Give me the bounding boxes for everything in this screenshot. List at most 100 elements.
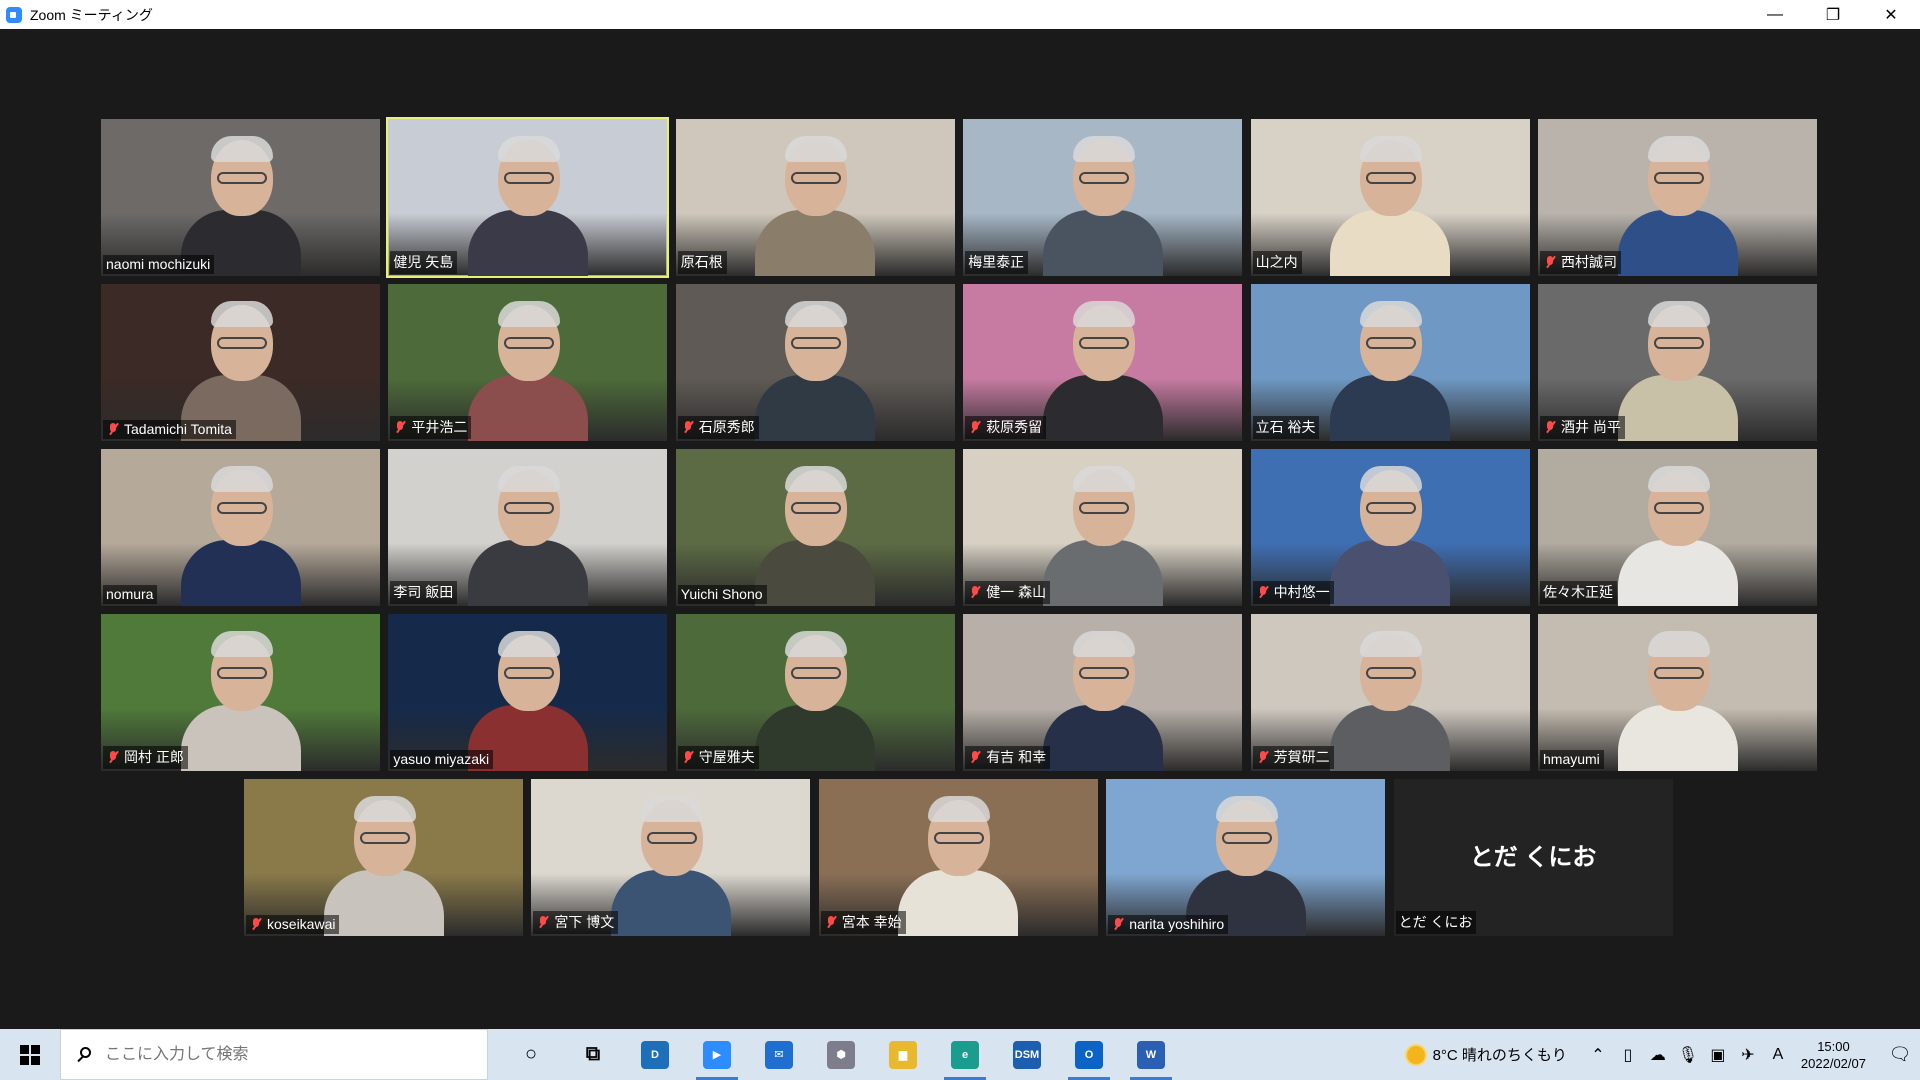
participant-name-tag: とだ くにお [1395,911,1477,934]
participant-name: 西村誠司 [1561,254,1617,270]
zoom-icon: ▶ [703,1040,731,1069]
mail-taskbar-button[interactable]: ✉ [748,1029,810,1080]
onedrive-icon[interactable]: ☁ [1643,1045,1673,1065]
app-hexagon-taskbar-button[interactable]: ⬢ [810,1029,872,1080]
participant-tile[interactable]: narita yoshihiro [1106,779,1386,936]
dell-taskbar-button[interactable]: D [624,1029,686,1080]
notification-icon[interactable]: 🗨 [1880,1044,1920,1065]
participant-tile[interactable]: naomi mochizuki [101,119,380,276]
participant-tile[interactable]: 岡村 正郎 [101,614,380,771]
clock-time: 15:00 [1817,1038,1850,1054]
clock[interactable]: 15:00 2022/02/07 [1801,1038,1866,1072]
restore-button[interactable]: ❐ [1804,0,1862,29]
participant-name: 石原秀郎 [698,419,755,435]
participant-tile[interactable]: 萩原秀留 [963,284,1243,441]
outlook-icon: O [1075,1040,1103,1069]
participant-name-tag: 平井浩二 [390,416,472,439]
participant-video [1617,627,1738,771]
minimize-button[interactable]: — [1746,0,1804,29]
participant-tile[interactable]: 佐々木正延 [1538,449,1817,606]
muted-microphone-icon [393,420,407,434]
participant-tile[interactable]: koseikawai [244,779,523,936]
task-view-taskbar-button[interactable]: ⧉ [562,1029,624,1080]
participant-tile[interactable]: 有吉 和幸 [963,614,1243,771]
taskbar-search[interactable] [60,1029,488,1080]
participant-video [180,627,301,771]
participant-tile[interactable]: 中村悠一 [1250,449,1530,606]
participant-tile[interactable]: yasuo miyazaki [388,614,668,771]
file-explorer-taskbar-button[interactable]: ▆ [872,1029,934,1080]
participant-tile[interactable]: 芳賀研二 [1250,614,1530,771]
participant-tile[interactable]: 石原秀郎 [675,284,955,441]
chevron-up-icon[interactable]: ⌃ [1583,1045,1613,1065]
participant-name: 李司 飯田 [393,584,454,600]
participant-name: 守屋雅夫 [698,749,755,765]
microphone-icon[interactable]: 🎙 [1673,1045,1703,1065]
zoom-taskbar-button[interactable]: ▶ [686,1029,748,1080]
participant-name-tag: 中村悠一 [1252,581,1334,604]
participant-tile[interactable]: 立石 裕夫 [1250,284,1530,441]
mail-icon: ✉ [765,1040,793,1069]
participant-name: nomura [106,586,154,602]
participant-tile[interactable]: Tadamichi Tomita [101,284,380,441]
participant-tile[interactable]: とだ くにお とだ くにお [1393,779,1673,936]
app-hexagon-icon: ⬢ [827,1040,855,1069]
airplane-icon[interactable]: ✈ [1733,1045,1763,1065]
edge-taskbar-button[interactable]: e [934,1029,996,1080]
participant-tile[interactable]: nomura [101,449,380,606]
cortana-taskbar-button[interactable]: ○ [500,1029,562,1080]
ime-indicator[interactable]: A [1763,1046,1793,1064]
weather-widget[interactable]: 8°C 晴れのちくもり [1406,1044,1567,1065]
participant-tile[interactable]: 原石根 [675,119,955,276]
participant-tile[interactable]: 宮本 幸始 [818,779,1098,936]
participant-video [1330,462,1451,606]
network-icon[interactable]: ▣ [1703,1045,1733,1065]
participant-name-tag: 李司 飯田 [390,581,458,604]
participant-video [755,627,876,771]
muted-microphone-icon [968,750,982,764]
participant-tile[interactable]: 山之内 [1250,119,1530,276]
participant-video [898,792,1019,936]
participant-video [755,132,876,276]
participant-name: 山之内 [1255,254,1298,270]
participant-tile[interactable]: 梅里泰正 [963,119,1243,276]
dell-icon: D [641,1040,669,1069]
start-button[interactable] [0,1029,60,1080]
participant-name-tag: 岡村 正郎 [103,746,188,769]
participant-tile[interactable]: 酒井 尚平 [1538,284,1817,441]
participant-name: 健一 森山 [986,584,1047,600]
participant-tile[interactable]: 平井浩二 [388,284,668,441]
participant-name-tag: 梅里泰正 [965,251,1029,274]
participant-tile[interactable]: Yuichi Shono [675,449,955,606]
muted-microphone-icon [1543,420,1557,434]
window-title: Zoom ミーティング [30,6,153,23]
outlook-taskbar-button[interactable]: O [1058,1029,1120,1080]
participant-video [1617,297,1738,441]
participant-name: 梅里泰正 [968,254,1025,270]
participant-name-tag: 芳賀研二 [1252,746,1334,769]
participant-tile[interactable]: 健一 森山 [963,449,1243,606]
participant-tile[interactable]: 西村誠司 [1538,119,1817,276]
close-button[interactable]: ✕ [1862,0,1920,29]
participant-tile[interactable]: 守屋雅夫 [675,614,955,771]
windows-logo-icon [20,1044,40,1065]
participant-tile[interactable]: hmayumi [1538,614,1817,771]
participant-tile[interactable]: 健児 矢島 [386,117,670,278]
task-view-icon: ⧉ [585,1043,601,1065]
word-taskbar-button[interactable]: W [1120,1029,1182,1080]
device-icon[interactable]: ▯ [1613,1045,1643,1065]
participant-video [467,462,588,606]
search-input[interactable] [103,1044,467,1065]
participant-tile[interactable]: 宮下 博文 [531,779,811,936]
participant-name-tag: 山之内 [1252,251,1302,274]
participant-name: 岡村 正郎 [124,749,184,765]
participant-tile[interactable]: 李司 飯田 [388,449,668,606]
participant-name: 宮下 博文 [554,914,615,930]
muted-microphone-icon [106,422,120,436]
participant-name-tag: Tadamichi Tomita [103,420,236,439]
muted-microphone-icon [968,585,982,599]
participant-name: koseikawai [267,916,336,932]
taskbar: ○ ⧉ D ▶ ✉ ⬢ ▆ e DSM O W 8°C 晴れのちくもり ⌃ ▯ ☁ 🎙 ▣ ✈ A … [0,1029,1920,1080]
participant-name: narita yoshihiro [1129,916,1225,932]
dsm-taskbar-button[interactable]: DSM [996,1029,1058,1080]
